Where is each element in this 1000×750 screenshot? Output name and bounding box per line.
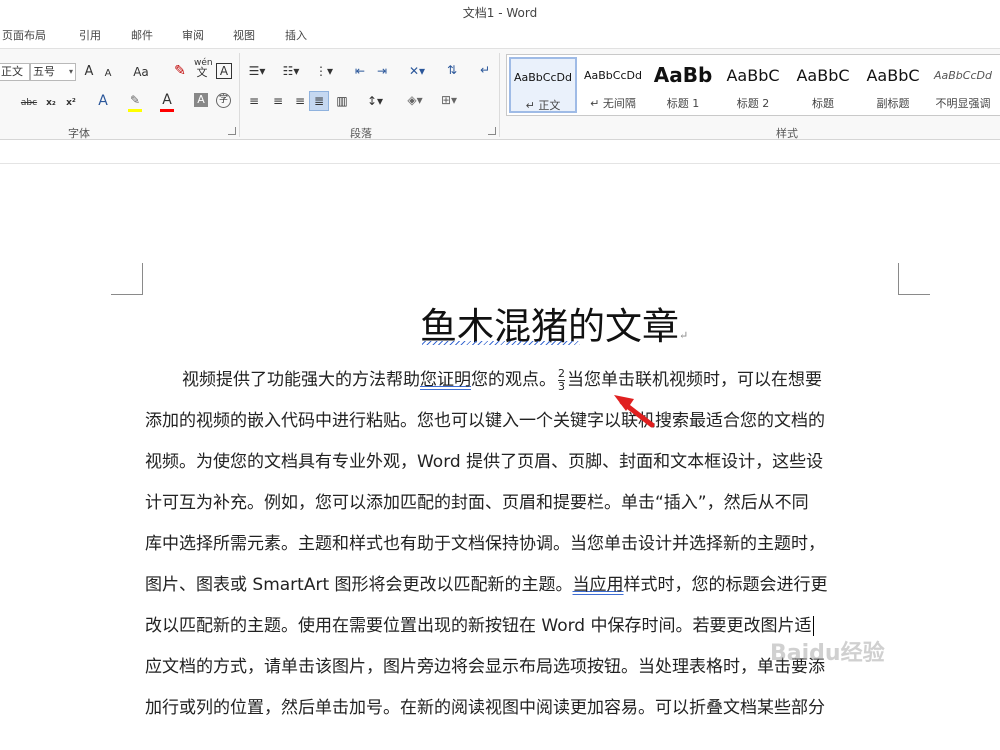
style-sample: AaBbC — [726, 66, 780, 85]
borders-icon[interactable]: ⊞▾ — [436, 92, 462, 108]
style-name: 标题 1 — [666, 97, 700, 110]
decrease-indent-icon[interactable]: ⇤ — [352, 63, 368, 79]
shrink-font-icon[interactable]: A — [102, 66, 114, 82]
highlight-icon[interactable]: ✎ — [128, 92, 142, 108]
style-subtle-emphasis[interactable]: AaBbCcDd 不明显强调 — [929, 57, 997, 113]
line-spacing-icon[interactable]: ↕▾ — [362, 93, 388, 109]
character-border-icon[interactable]: A — [216, 63, 232, 79]
bullets-icon[interactable]: ☰▾ — [246, 63, 268, 79]
tab-insert[interactable]: 插入 — [285, 27, 307, 43]
style-subtitle[interactable]: AaBbC 副标题 — [859, 57, 927, 113]
distributed-icon[interactable]: ▥ — [334, 93, 350, 109]
subscript-icon[interactable]: x₂ — [44, 95, 58, 111]
ruler-area — [0, 140, 1000, 164]
style-sample: AaBbCcDd — [514, 71, 572, 84]
style-sample: AaBbCcDd — [934, 69, 992, 82]
change-case-icon[interactable]: Aa — [130, 64, 152, 80]
styles-group-label: 样式 — [776, 127, 798, 140]
numbering-icon[interactable]: ☷▾ — [280, 63, 302, 79]
character-shading-icon[interactable]: A — [194, 93, 208, 107]
font-size-combo[interactable]: 五号 ▾ — [30, 63, 76, 81]
font-color-bar — [160, 109, 174, 112]
paragraph-group-label: 段落 — [350, 127, 372, 140]
font-color-icon[interactable]: A — [160, 92, 174, 108]
styles-gallery: AaBbCcDd ↵ 正文 AaBbCcDd ↵ 无间隔 AaBb 标题 1 A… — [506, 54, 1000, 116]
increase-indent-icon[interactable]: ⇥ — [374, 63, 390, 79]
tab-review[interactable]: 审阅 — [182, 27, 204, 43]
tab-mailings[interactable]: 邮件 — [131, 27, 153, 43]
grow-font-icon[interactable]: A — [82, 64, 96, 80]
style-sample: AaBbC — [866, 66, 920, 85]
style-name: 标题 2 — [736, 97, 770, 110]
superscript-icon[interactable]: x² — [64, 95, 78, 111]
font-size-value: 五号 — [33, 65, 55, 78]
style-no-spacing[interactable]: AaBbCcDd ↵ 无间隔 — [579, 57, 647, 113]
highlight-color-bar — [128, 109, 142, 112]
strikethrough-icon[interactable]: abc — [20, 95, 38, 111]
style-name: 标题 — [812, 97, 834, 110]
justify-icon[interactable]: ≣ — [309, 91, 329, 111]
sort-icon[interactable]: ⇅ — [444, 62, 460, 78]
text-effects-icon[interactable]: A — [96, 93, 110, 109]
font-name-value: 正文 — [1, 65, 23, 78]
style-name: 不明显强调 — [935, 97, 991, 110]
tab-view[interactable]: 视图 — [233, 27, 255, 43]
clear-formatting-icon[interactable]: ✎ — [172, 63, 188, 79]
style-name: 副标题 — [876, 97, 910, 110]
style-sample: AaBbCcDd — [584, 69, 642, 82]
font-group-label: 字体 — [68, 127, 90, 140]
tab-references[interactable]: 引用 — [79, 27, 101, 43]
group-separator — [239, 53, 240, 137]
group-separator — [499, 53, 500, 137]
align-right-icon[interactable]: ≡ — [292, 93, 308, 109]
style-sample: AaBb — [653, 63, 713, 87]
tab-page-layout[interactable]: 页面布局 — [2, 27, 46, 43]
style-name: ↵ 无间隔 — [590, 97, 636, 110]
center-icon[interactable]: ≡ — [270, 93, 286, 109]
chevron-down-icon: ▾ — [68, 67, 73, 76]
style-name: ↵ 正文 — [525, 99, 561, 112]
style-sample: AaBbC — [796, 66, 850, 85]
phonetic-bottom: 文 — [196, 66, 208, 79]
document-page[interactable]: 鱼木混猪的文章↵ 视频提供了功能强大的方法帮助您证明您的观点。 2 3 当您单击联机视… — [0, 165, 1000, 750]
paragraph-dialog-launcher-icon[interactable] — [488, 127, 496, 135]
title-bar: 文档1 - Word — [0, 0, 1000, 24]
watermark: Baidu经验 — [770, 641, 885, 666]
font-name-combo[interactable]: 正文 — [0, 63, 30, 81]
font-dialog-launcher-icon[interactable] — [228, 127, 236, 135]
style-heading-1[interactable]: AaBb 标题 1 — [649, 57, 717, 113]
phonetic-guide-icon[interactable]: wén 文 — [194, 59, 213, 79]
chinese-layout-icon[interactable]: ✕▾ — [404, 63, 430, 79]
style-heading-2[interactable]: AaBbC 标题 2 — [719, 57, 787, 113]
style-normal[interactable]: AaBbCcDd ↵ 正文 — [509, 57, 577, 113]
window-title: 文档1 - Word — [462, 6, 538, 20]
ribbon-tabs: 页面布局 引用 邮件 审阅 视图 插入 — [0, 24, 1000, 48]
multilevel-list-icon[interactable]: ⋮▾ — [312, 63, 336, 79]
show-marks-icon[interactable]: ↵ — [478, 62, 492, 78]
style-title[interactable]: AaBbC 标题 — [789, 57, 857, 113]
align-left-icon[interactable]: ≡ — [246, 93, 262, 109]
shading-icon[interactable]: ◈▾ — [402, 92, 428, 108]
enclose-characters-icon[interactable]: 字 — [216, 93, 231, 108]
